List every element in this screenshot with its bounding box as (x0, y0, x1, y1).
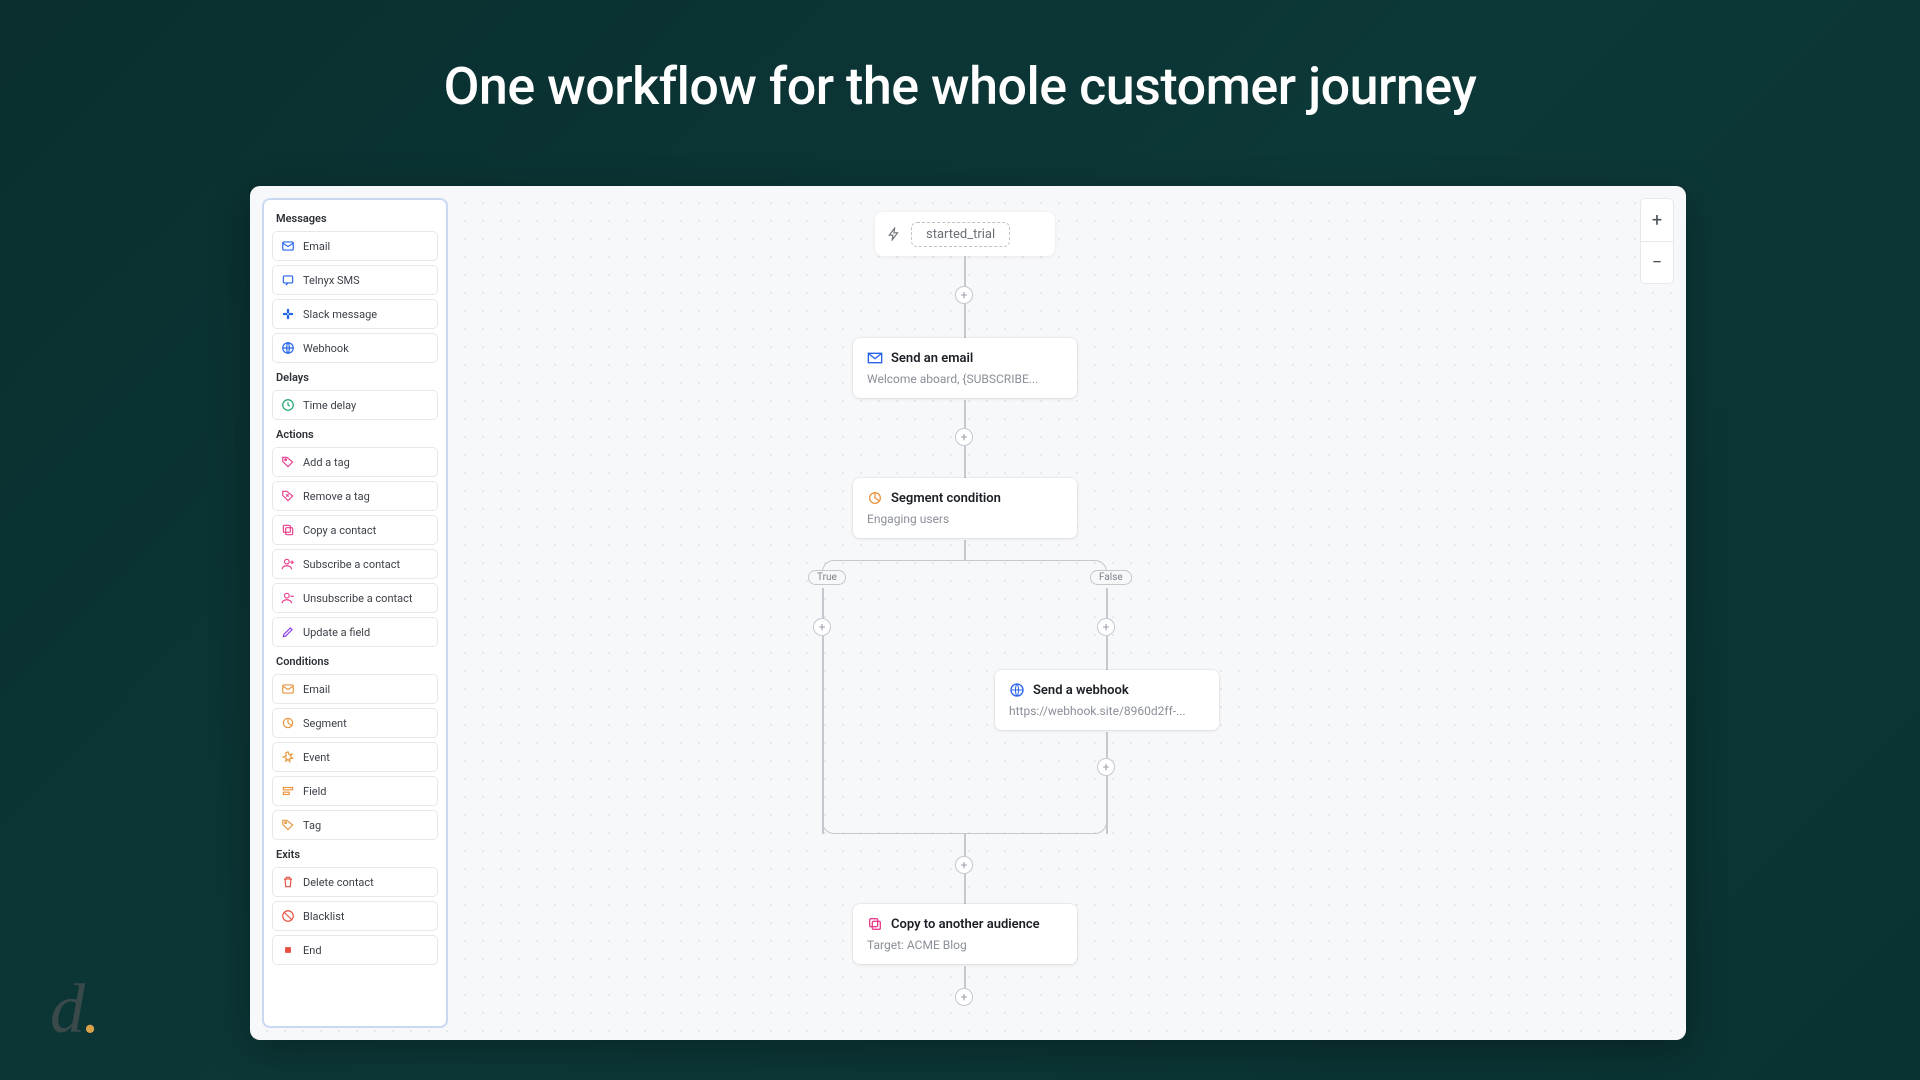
connector (1106, 732, 1108, 758)
node-subtitle: Target: ACME Blog (867, 938, 1063, 952)
node-title: Copy to another audience (891, 917, 1040, 932)
node-title: Send a webhook (1033, 683, 1129, 698)
copy-audience-node[interactable]: Copy to another audience Target: ACME Bl… (853, 904, 1077, 964)
connector (964, 540, 966, 560)
workflow-canvas[interactable]: started_trial + Send an email Welcome ab… (250, 186, 1686, 1040)
branch-true-label: True (808, 570, 846, 585)
add-node-button[interactable]: + (1097, 758, 1115, 776)
webhook-node[interactable]: Send a webhook https://webhook.site/8960… (995, 670, 1219, 730)
connector (964, 834, 966, 856)
trigger-node[interactable]: started_trial (875, 212, 1055, 256)
branch-join-bottom (822, 820, 1107, 834)
segment-icon (867, 490, 883, 506)
node-title: Segment condition (891, 491, 1001, 506)
connector (964, 446, 966, 478)
add-node-button[interactable]: + (955, 988, 973, 1006)
add-node-button[interactable]: + (813, 618, 831, 636)
connector (964, 256, 966, 286)
page-headline: One workflow for the whole customer jour… (0, 0, 1920, 117)
node-subtitle: https://webhook.site/8960d2ff-... (1009, 704, 1205, 718)
connector (964, 874, 966, 904)
branch-split-top (822, 560, 1107, 574)
add-node-button[interactable]: + (955, 428, 973, 446)
connector (964, 966, 966, 988)
email-node[interactable]: Send an email Welcome aboard, {SUBSCRIBE… (853, 338, 1077, 398)
branch-false-label: False (1090, 570, 1132, 585)
connector (964, 400, 966, 428)
bolt-icon (887, 227, 901, 241)
add-node-button[interactable]: + (955, 286, 973, 304)
brand-logo: d. (50, 970, 99, 1050)
trigger-label: started_trial (911, 222, 1010, 247)
email-icon (867, 350, 883, 366)
connector (1106, 636, 1108, 670)
add-node-button[interactable]: + (1097, 618, 1115, 636)
segment-node[interactable]: Segment condition Engaging users (853, 478, 1077, 538)
connector (964, 304, 966, 338)
add-node-button[interactable]: + (955, 856, 973, 874)
workflow-builder-window: MessagesEmailTelnyx SMSSlack messageWebh… (250, 186, 1686, 1040)
node-title: Send an email (891, 351, 973, 366)
node-subtitle: Engaging users (867, 512, 1063, 526)
webhook-icon (1009, 682, 1025, 698)
node-subtitle: Welcome aboard, {SUBSCRIBE... (867, 372, 1063, 386)
copy-icon (867, 916, 883, 932)
